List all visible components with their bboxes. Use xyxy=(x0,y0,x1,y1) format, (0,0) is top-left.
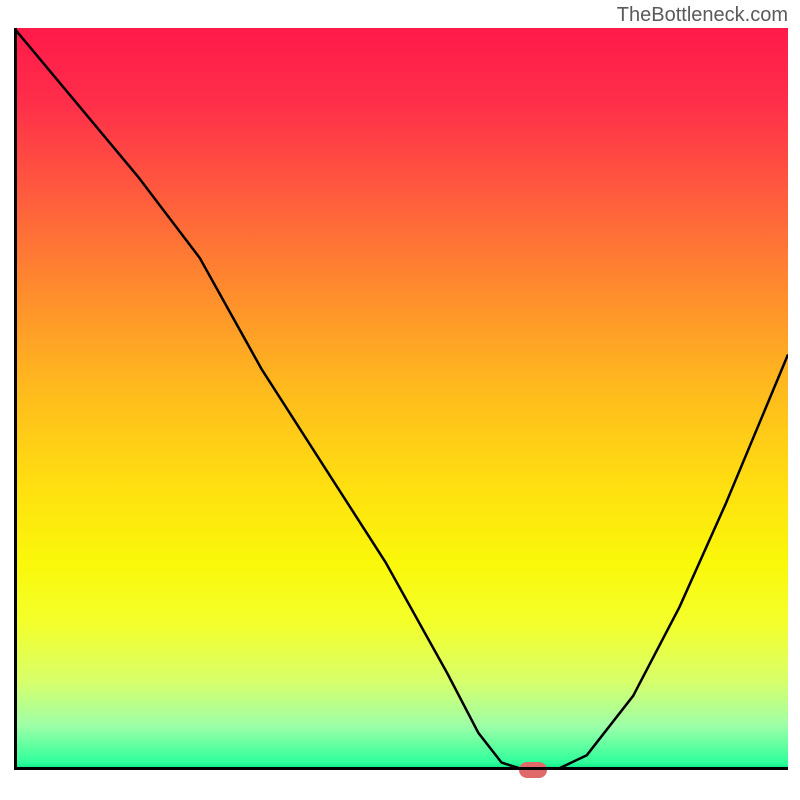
watermark-text: TheBottleneck.com xyxy=(617,4,788,27)
optimal-point-marker xyxy=(519,762,547,778)
chart-container xyxy=(14,28,788,788)
y-axis-line xyxy=(14,28,17,770)
x-axis-line xyxy=(14,767,788,770)
bottleneck-curve xyxy=(14,28,788,770)
